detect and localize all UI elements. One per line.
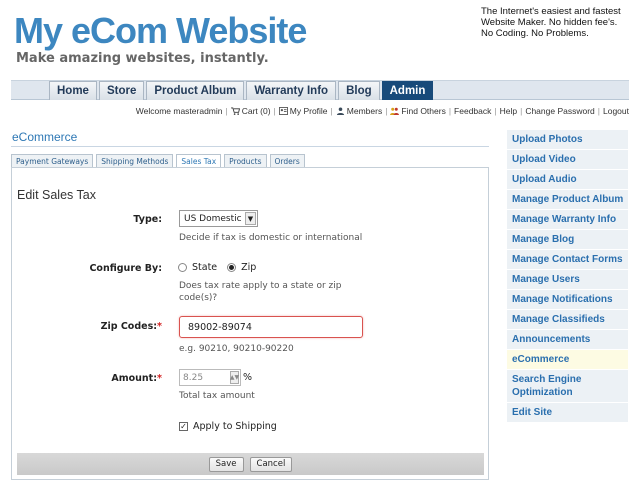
site-blurb: The Internet's easiest and fastest Websi…: [481, 6, 621, 39]
separator: |: [448, 106, 452, 116]
stepper-icon[interactable]: ▲▼: [230, 371, 239, 384]
form-actions: Save Cancel: [17, 453, 484, 475]
cart-link[interactable]: Cart (0): [230, 106, 271, 116]
site-tagline: Make amazing websites, instantly.: [16, 51, 269, 66]
sidebar-item-manage-product-album[interactable]: Manage Product Album: [507, 190, 628, 210]
sidebar-item-upload-audio[interactable]: Upload Audio: [507, 170, 628, 190]
profile-link[interactable]: My Profile: [278, 106, 328, 116]
nav-tab-product-album[interactable]: Product Album: [146, 81, 245, 100]
sidebar-item-ecommerce[interactable]: eCommerce: [507, 350, 628, 370]
page: My eCom Website Make amazing websites, i…: [0, 0, 640, 480]
sidebar-item-announcements[interactable]: Announcements: [507, 330, 628, 350]
type-hint: Decide if tax is domestic or internation…: [179, 233, 363, 243]
sidebar-item-manage-warranty-info[interactable]: Manage Warranty Info: [507, 210, 628, 230]
help-link[interactable]: Help: [500, 106, 517, 116]
separator: |: [330, 106, 333, 116]
amount-unit: %: [243, 372, 253, 383]
nav-tab-admin[interactable]: Admin: [381, 81, 434, 100]
configure-label: Configure By:: [89, 263, 162, 274]
sidebar-item-upload-video[interactable]: Upload Video: [507, 150, 628, 170]
zip-hint: e.g. 90210, 90210-90220: [179, 344, 294, 354]
subtabs: Payment Gateways Shipping Methods Sales …: [11, 154, 308, 167]
separator: |: [494, 106, 497, 116]
change-password-link[interactable]: Change Password: [525, 106, 594, 116]
save-button[interactable]: Save: [208, 456, 244, 472]
member-icon: [336, 107, 344, 115]
main-nav: Home Store Product Album Warranty Info B…: [49, 81, 435, 100]
type-select-value: US Domestic: [184, 213, 242, 224]
form-title: Edit Sales Tax: [17, 188, 96, 202]
nav-tab-store[interactable]: Store: [98, 81, 145, 100]
profile-label: My Profile: [289, 106, 328, 116]
profile-card-icon: [278, 107, 288, 115]
amount-placeholder: 8.25: [183, 372, 204, 383]
members-link[interactable]: Members: [336, 106, 382, 116]
subtab-sales-tax[interactable]: Sales Tax: [176, 154, 222, 167]
separator: |: [520, 106, 523, 116]
sidebar-item-manage-notifications[interactable]: Manage Notifications: [507, 290, 628, 310]
sidebar-item-edit-site[interactable]: Edit Site: [507, 403, 628, 423]
find-others-link[interactable]: Find Others: [390, 106, 446, 116]
separator: |: [385, 106, 388, 116]
section-title: eCommerce: [12, 130, 78, 144]
user-bar: Welcome masteradmin | Cart (0) | My Prof…: [136, 106, 629, 116]
subtab-payment-gateways[interactable]: Payment Gateways: [11, 154, 94, 167]
nav-tab-home[interactable]: Home: [49, 81, 97, 100]
welcome-text: Welcome masteradmin: [135, 106, 223, 116]
sidebar-item-manage-contact-forms[interactable]: Manage Contact Forms: [507, 250, 628, 270]
configure-options: State Zip: [178, 262, 256, 273]
amount-hint: Total tax amount: [179, 391, 255, 401]
section-divider: [11, 146, 489, 147]
subtab-orders[interactable]: Orders: [269, 154, 305, 167]
nav-tab-blog[interactable]: Blog: [338, 81, 380, 100]
sidebar-item-upload-photos[interactable]: Upload Photos: [507, 130, 628, 150]
cart-icon: [230, 107, 240, 115]
sidebar-item-seo[interactable]: Search Engine Optimization: [507, 370, 628, 403]
site-logo[interactable]: My eCom Website: [14, 10, 307, 52]
type-label: Type:: [133, 214, 162, 225]
separator: |: [597, 106, 600, 116]
zip-codes-input[interactable]: 89002-89074: [179, 316, 363, 338]
admin-sidebar: Upload Photos Upload Video Upload Audio …: [507, 130, 628, 423]
radio-state-label: State: [192, 262, 218, 273]
cart-label: Cart (0): [241, 106, 271, 116]
nav-tab-warranty-info[interactable]: Warranty Info: [246, 81, 337, 100]
separator: |: [273, 106, 276, 116]
radio-zip-label: Zip: [241, 262, 257, 273]
people-icon: [390, 107, 400, 115]
radio-zip[interactable]: [227, 263, 237, 272]
amount-input[interactable]: 8.25 ▲▼: [179, 369, 241, 386]
chevron-down-icon: ▼: [245, 212, 256, 225]
apply-shipping-checkbox[interactable]: ✓: [179, 422, 188, 431]
apply-shipping-label: Apply to Shipping: [193, 421, 277, 432]
zip-codes-label: Zip Codes:*: [100, 321, 162, 332]
sidebar-item-manage-blog[interactable]: Manage Blog: [507, 230, 628, 250]
radio-state[interactable]: [178, 263, 187, 272]
apply-shipping-row: ✓ Apply to Shipping: [179, 421, 277, 432]
sidebar-item-manage-classifieds[interactable]: Manage Classifieds: [507, 310, 628, 330]
feedback-link[interactable]: Feedback: [454, 106, 491, 116]
find-others-label: Find Others: [401, 106, 446, 116]
separator: |: [225, 106, 228, 116]
cancel-button[interactable]: Cancel: [249, 456, 293, 472]
members-label: Members: [346, 106, 383, 116]
radio-selected-dot: [229, 265, 235, 270]
logout-link[interactable]: Logout: [603, 106, 629, 116]
subtab-shipping-methods[interactable]: Shipping Methods: [96, 154, 174, 167]
edit-sales-tax-panel: Edit Sales Tax Type: US Domestic ▼ Decid…: [11, 167, 489, 480]
sidebar-item-manage-users[interactable]: Manage Users: [507, 270, 628, 290]
amount-label: Amount:*: [111, 373, 162, 384]
subtab-products[interactable]: Products: [224, 154, 267, 167]
type-select[interactable]: US Domestic ▼: [179, 210, 258, 227]
configure-hint: Does tax rate apply to a state or zip co…: [179, 281, 342, 303]
